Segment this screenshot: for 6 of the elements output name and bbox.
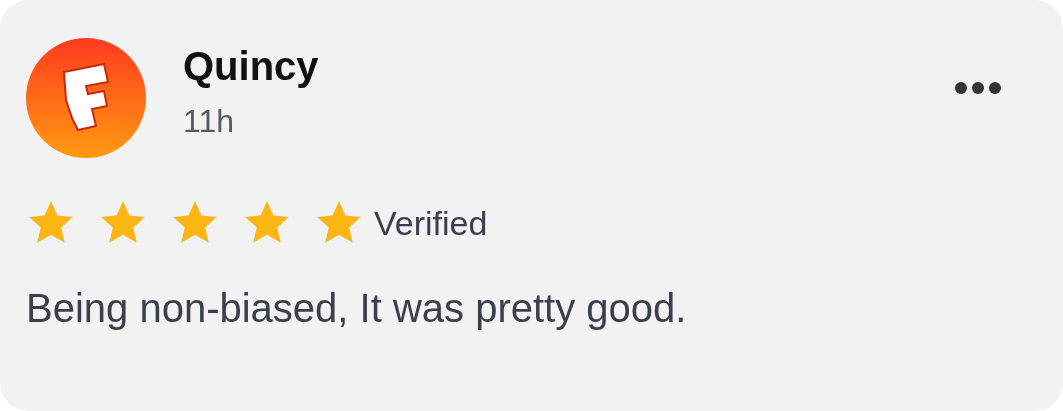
more-options-icon[interactable] — [955, 81, 1001, 95]
author-name: Quincy — [183, 43, 319, 90]
post-time: 11h — [183, 102, 235, 141]
review-text: Being non-biased, It was pretty good. — [26, 286, 688, 331]
logo-icon — [26, 38, 146, 158]
verified-label: Verified — [374, 203, 488, 243]
